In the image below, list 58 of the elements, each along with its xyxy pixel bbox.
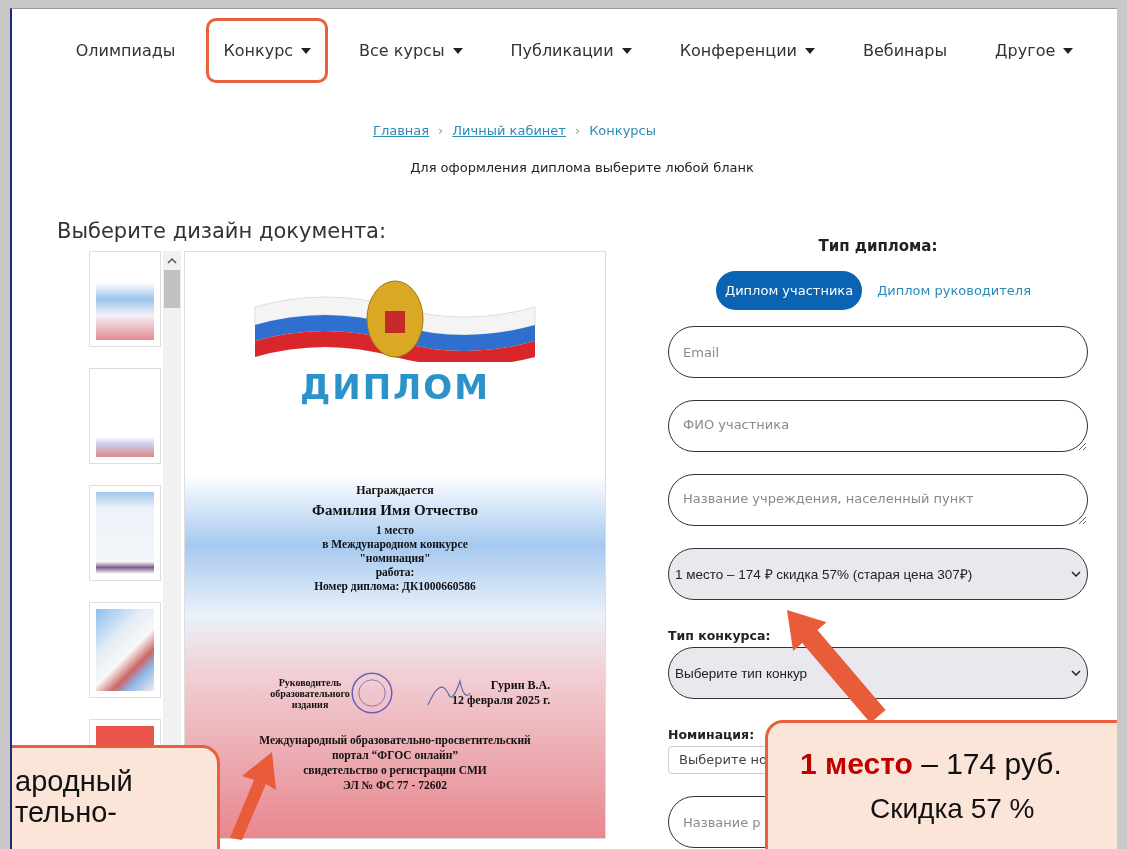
caret-icon: [452, 47, 463, 54]
diploma-text: 1 место: [375, 523, 415, 537]
chevron-icon: [1071, 670, 1081, 676]
diploma-name: Фамилия Имя Отчество: [312, 502, 478, 519]
breadcrumb-link[interactable]: Главная: [372, 123, 430, 138]
form-heading: Тип диплома:: [817, 237, 939, 255]
input-field[interactable]: Email: [668, 326, 1088, 378]
field-label: Номинация:: [668, 727, 756, 742]
select-field[interactable]: 1 место – 174 ₽ скидка 57% (старая цена 307₽): [668, 548, 1088, 600]
callout-text: ародный: [15, 766, 134, 797]
diploma-text: Международный образовательно-просветительский: [259, 733, 531, 748]
diploma-text: Руководитель: [277, 676, 343, 688]
diploma-text: ЭЛ № ФС 77 - 72602: [343, 778, 447, 793]
text-area[interactable]: Название учреждения, населенный пункт: [668, 474, 1088, 526]
diploma-type-tab[interactable]: Диплом руководителя: [868, 271, 1040, 310]
breadcrumb-separator-icon: ›: [438, 123, 444, 138]
nav-link[interactable]: Олимпиады: [58, 18, 193, 83]
diploma-text: портал “ФГОС онлайн”: [331, 748, 459, 763]
diploma-text: образовательного издания: [269, 687, 351, 710]
callout-text: 1 место – 174 руб.: [800, 747, 1063, 781]
scroll-up-icon[interactable]: [167, 258, 177, 264]
nav-link[interactable]: Все курсы: [342, 18, 480, 83]
diploma-text: работа:: [375, 565, 415, 579]
caret-icon: [804, 47, 815, 54]
diploma-text: Номер диплома: ДК1000660586: [314, 579, 476, 593]
nav-link[interactable]: Конкурс: [206, 18, 329, 83]
scrollbar-thumb[interactable]: [164, 270, 180, 308]
breadcrumb-separator-icon: ›: [574, 123, 581, 138]
select-field[interactable]: Выберите тип конкур: [668, 647, 1088, 699]
diploma-title: ДИПЛОМ: [299, 367, 491, 407]
field-label: Тип конкурса:: [668, 628, 772, 643]
nav-link[interactable]: Вебинары: [845, 18, 965, 83]
caret-icon: [1063, 47, 1074, 54]
callout-text: Скидка 57 %: [869, 793, 1036, 825]
diploma-text: свидетельство о регистрации СМИ: [303, 763, 487, 778]
diploma-thumbnail[interactable]: [89, 602, 161, 698]
section-heading: Выберите дизайн документа:: [57, 219, 388, 243]
chevron-icon: [1071, 571, 1081, 577]
diploma-text: Гурин В.А.: [489, 678, 551, 693]
breadcrumb-link[interactable]: Личный кабинет: [452, 123, 566, 138]
diploma-type-tab[interactable]: Диплом участника: [716, 271, 863, 310]
nav-link[interactable]: Другое: [978, 18, 1091, 83]
nav-link[interactable]: Конференции: [662, 18, 832, 83]
nav-link[interactable]: Публикации: [493, 18, 649, 83]
callout-text: тельно-: [15, 797, 117, 828]
breadcrumb-link[interactable]: Конкурсы: [589, 123, 657, 138]
text-area[interactable]: ФИО участника: [668, 400, 1088, 452]
caret-icon: [621, 47, 632, 54]
diploma-text: 12 февраля 2025 г.: [452, 693, 551, 708]
diploma-thumbnail[interactable]: [89, 485, 161, 581]
diploma-thumbnail[interactable]: [89, 251, 161, 347]
diploma-text: "номинация": [359, 551, 431, 565]
diploma-text: Награждается: [356, 483, 434, 498]
caret-icon: [301, 47, 312, 54]
stamp-icon: [350, 671, 394, 715]
diploma-thumbnail[interactable]: [89, 368, 161, 464]
instruction-text: Для оформления диплома выберите любой бланк: [409, 160, 755, 175]
diploma-text: в Международном конкурсе: [322, 537, 468, 551]
